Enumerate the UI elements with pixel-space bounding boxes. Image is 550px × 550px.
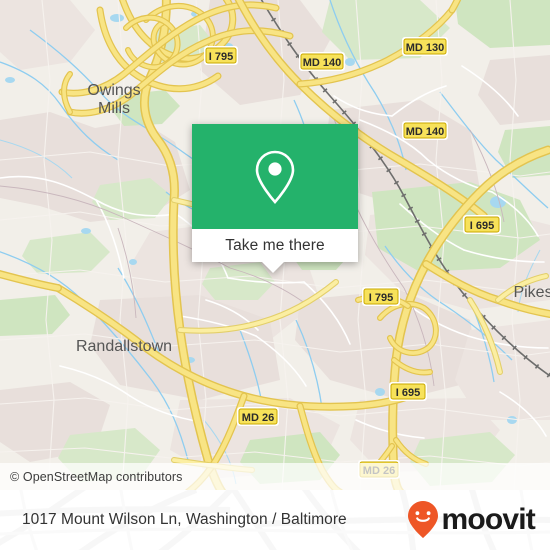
take-me-there-label: Take me there	[225, 236, 325, 254]
svg-text:MD 140: MD 140	[303, 57, 342, 69]
take-me-there-button[interactable]: Take me there	[192, 229, 358, 262]
popup-icon-area	[192, 124, 358, 229]
svg-text:I 695: I 695	[470, 220, 494, 232]
svg-text:I 795: I 795	[209, 51, 233, 63]
map-attribution-bar: © OpenStreetMap contributors	[0, 463, 550, 490]
svg-text:MD 140: MD 140	[406, 126, 445, 138]
moovit-map-screen: .res { fill:#e8dfdb; } .res2 { fill:#ece…	[0, 0, 550, 550]
place-label-owings-mills: Owings	[87, 82, 140, 99]
place-label-owings-mills-line2: Mills	[98, 100, 130, 117]
place-label-randallstown: Randallstown	[76, 338, 172, 355]
shield-i695-right: I 695	[463, 215, 501, 234]
svg-text:I 695: I 695	[396, 387, 420, 399]
moovit-pin-icon	[408, 501, 439, 538]
shield-md26-left: MD 26	[237, 407, 279, 426]
osm-attribution-text[interactable]: © OpenStreetMap contributors	[10, 470, 183, 484]
place-label-pikes: Pikes	[513, 284, 550, 301]
footer-address-text: 1017 Mount Wilson Ln, Washington / Balti…	[22, 511, 347, 528]
location-popup-card[interactable]: Take me there	[192, 124, 358, 273]
svg-text:MD 130: MD 130	[406, 42, 445, 54]
shield-i695-bottom: I 695	[389, 382, 427, 401]
footer-bar: 1017 Mount Wilson Ln, Washington / Balti…	[0, 490, 550, 550]
popup-pointer-tail	[262, 262, 284, 273]
moovit-wordmark: moovit	[441, 503, 535, 536]
shield-i795-north: I 795	[204, 46, 238, 65]
shield-i795-center: I 795	[362, 287, 400, 306]
moovit-logo[interactable]: moovit	[406, 500, 536, 540]
shield-md140-mid: MD 140	[402, 121, 448, 140]
map-pin-icon	[255, 150, 295, 204]
shield-md140-top: MD 140	[299, 52, 345, 71]
svg-text:I 795: I 795	[369, 292, 393, 304]
svg-text:MD 26: MD 26	[242, 412, 274, 424]
shield-md130: MD 130	[402, 37, 448, 56]
